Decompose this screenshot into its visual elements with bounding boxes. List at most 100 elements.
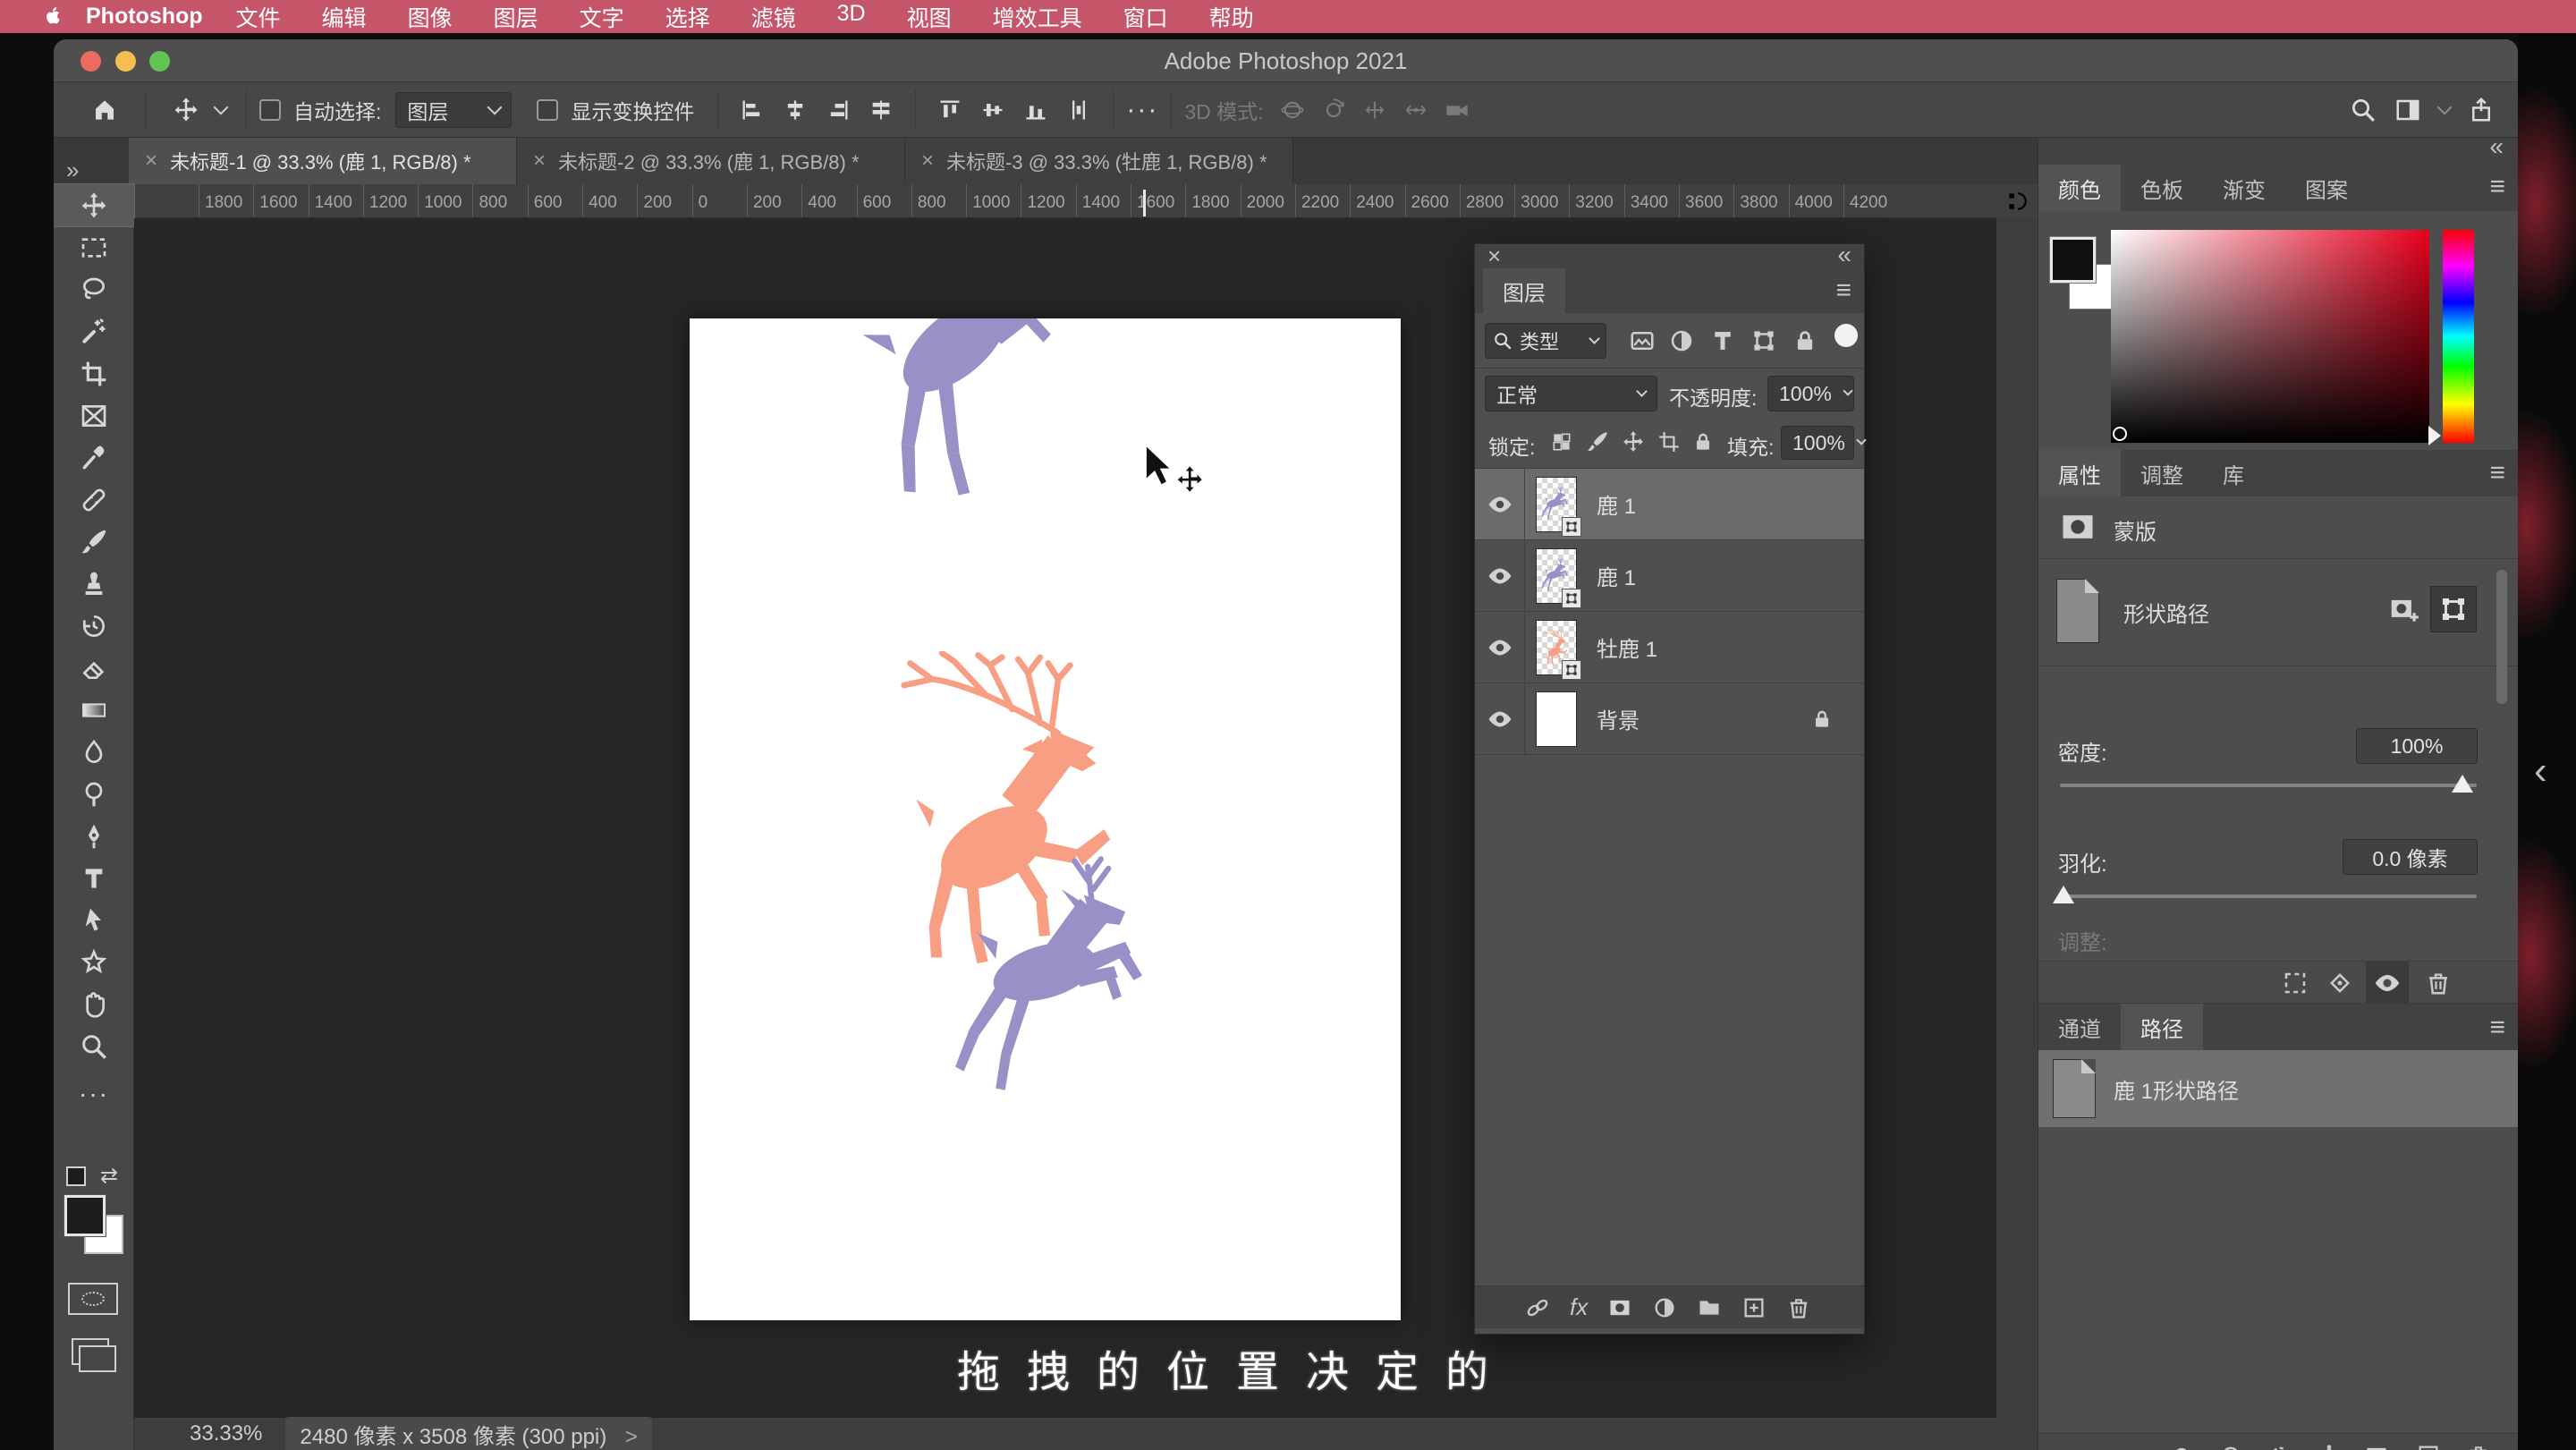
lock-pixels-icon[interactable]	[1586, 430, 1609, 454]
lock-position-icon[interactable]	[1622, 430, 1645, 454]
layer-visibility-toggle[interactable]	[1475, 683, 1525, 755]
layer-thumbnail[interactable]	[1536, 691, 1577, 747]
delete-mask-icon[interactable]	[2425, 970, 2452, 996]
document-tab[interactable]: × 未标题-3 @ 33.3% (牡鹿 1, RGB/8) *	[905, 138, 1293, 184]
tool-button[interactable]	[54, 352, 134, 394]
tool-button[interactable]	[54, 941, 134, 983]
search-icon[interactable]	[2350, 97, 2377, 123]
properties-panel-tab[interactable]: 调整	[2121, 450, 2203, 496]
density-slider-thumb[interactable]	[2452, 775, 2473, 793]
menubar-item[interactable]: 窗口	[1123, 1, 1168, 33]
layer-visibility-toggle[interactable]	[1475, 469, 1525, 540]
align-bottom-icon[interactable]	[1023, 98, 1048, 123]
expand-panel-arrow-icon[interactable]: ‹	[2534, 749, 2547, 793]
align-left-icon[interactable]	[740, 98, 765, 123]
tool-button[interactable]	[54, 226, 134, 268]
menubar-item[interactable]: 视图	[907, 1, 952, 33]
default-colors-icon[interactable]	[66, 1166, 86, 1186]
layer-visibility-toggle[interactable]	[1475, 612, 1525, 683]
tool-button[interactable]	[54, 1025, 134, 1067]
edit-toolbar-button[interactable]: ···	[54, 1073, 134, 1115]
close-panel-icon[interactable]: ×	[1487, 242, 1501, 270]
opacity-dropdown[interactable]: 100%	[1767, 376, 1854, 411]
color-panel-tab[interactable]: 渐变	[2203, 165, 2285, 211]
show-transform-checkbox[interactable]	[537, 99, 558, 121]
menubar-item[interactable]: 图层	[494, 1, 538, 33]
link-layers-icon[interactable]	[1525, 1295, 1550, 1320]
document-canvas[interactable]	[690, 318, 1401, 1320]
layer-thumbnail[interactable]	[1536, 477, 1577, 532]
menubar-item[interactable]: 滤镜	[751, 1, 796, 33]
tab-layers[interactable]: 图层	[1483, 268, 1565, 313]
hue-slider-marker[interactable]	[2428, 426, 2441, 445]
layer-effects-icon[interactable]: fx	[1570, 1293, 1588, 1321]
distribute-vertical-icon[interactable]	[1066, 98, 1091, 123]
properties-panel-menu-icon[interactable]: ≡	[2489, 460, 2505, 487]
menubar-item[interactable]: 图像	[408, 1, 453, 33]
layer-name[interactable]: 背景	[1597, 703, 1640, 734]
panel-menu-icon[interactable]: ≡	[1835, 277, 1852, 304]
tool-button[interactable]	[54, 647, 134, 689]
filter-pixel-layers-icon[interactable]	[1629, 327, 1656, 354]
close-tab-icon[interactable]: ×	[145, 148, 157, 174]
home-icon[interactable]	[91, 97, 118, 123]
document-tab[interactable]: × 未标题-1 @ 33.3% (鹿 1, RGB/8) *	[129, 138, 517, 184]
tool-button[interactable]	[54, 983, 134, 1025]
tool-button[interactable]	[54, 394, 134, 437]
filter-smart-objects-icon[interactable]	[1792, 327, 1818, 354]
menubar-item[interactable]: 文件	[236, 1, 281, 33]
shape-path-thumbnail[interactable]	[2056, 579, 2099, 643]
vector-mask-button[interactable]	[2430, 586, 2477, 632]
mask-selection-icon[interactable]	[2282, 970, 2309, 996]
screen-mode-button[interactable]	[72, 1338, 109, 1365]
foreground-color-swatch[interactable]	[2050, 237, 2096, 283]
add-mask-from-path-icon[interactable]	[2364, 1443, 2389, 1450]
layer-thumbnail[interactable]	[1536, 548, 1577, 604]
mask-visibility-button[interactable]	[2366, 962, 2409, 1004]
lock-all-icon[interactable]	[1691, 430, 1715, 454]
tool-button[interactable]	[54, 815, 134, 857]
apple-menu-icon[interactable]	[41, 5, 64, 29]
tool-button[interactable]	[54, 857, 134, 899]
tool-button[interactable]	[54, 437, 134, 479]
menubar-item[interactable]: 选择	[665, 1, 710, 33]
menubar-item[interactable]: 增效工具	[993, 1, 1082, 33]
properties-panel-tab[interactable]: 库	[2203, 450, 2264, 496]
filter-shape-layers-icon[interactable]	[1750, 327, 1777, 354]
align-justify-icon[interactable]	[869, 98, 894, 123]
layer-row[interactable]: 牡鹿 1	[1475, 612, 1864, 683]
tool-button[interactable]	[54, 773, 134, 815]
tool-button[interactable]	[54, 184, 134, 226]
make-work-path-icon[interactable]	[2317, 1443, 2342, 1450]
layer-row[interactable]: 鹿 1	[1475, 540, 1864, 612]
app-menu[interactable]: Photoshop	[86, 4, 203, 30]
layer-name[interactable]: 牡鹿 1	[1597, 632, 1657, 663]
layer-name[interactable]: 鹿 1	[1597, 488, 1636, 520]
color-saturation-field[interactable]	[2111, 230, 2429, 443]
stroke-path-icon[interactable]	[2218, 1443, 2243, 1450]
tool-preset-chevron-icon[interactable]	[214, 99, 229, 114]
color-panel-tab[interactable]: 颜色	[2038, 165, 2121, 211]
share-image-icon[interactable]	[2468, 97, 2495, 123]
move-tool-icon[interactable]	[173, 97, 199, 123]
collapse-dock-icon[interactable]: «	[2489, 132, 2504, 161]
feather-slider-thumb[interactable]	[2053, 886, 2074, 903]
delete-layer-icon[interactable]	[1786, 1295, 1811, 1320]
new-adjustment-layer-icon[interactable]	[1652, 1295, 1677, 1320]
close-tab-icon[interactable]: ×	[921, 148, 934, 174]
close-tab-icon[interactable]: ×	[533, 148, 546, 174]
layer-row[interactable]: 鹿 1	[1475, 469, 1864, 540]
paths-panel-tab[interactable]: 路径	[2121, 1004, 2203, 1050]
new-layer-icon[interactable]	[1741, 1295, 1767, 1320]
more-align-options-icon[interactable]: ···	[1126, 95, 1158, 125]
collapse-panel-icon[interactable]: «	[1837, 241, 1852, 269]
document-info[interactable]: 2480 像素 x 3508 像素 (300 ppi) >	[285, 1417, 652, 1450]
path-row[interactable]: 鹿 1形状路径	[2038, 1050, 2518, 1127]
add-mask-button[interactable]	[2387, 593, 2421, 627]
horizontal-ruler[interactable]: 1800160014001200100080060040020002004006…	[134, 184, 1996, 218]
blend-mode-dropdown[interactable]: 正常	[1485, 376, 1657, 411]
swap-colors-icon[interactable]: ⇄	[100, 1163, 118, 1189]
menubar-item[interactable]: 3D	[837, 1, 866, 33]
paths-panel-menu-icon[interactable]: ≡	[2489, 1014, 2505, 1041]
tool-button[interactable]	[54, 731, 134, 773]
